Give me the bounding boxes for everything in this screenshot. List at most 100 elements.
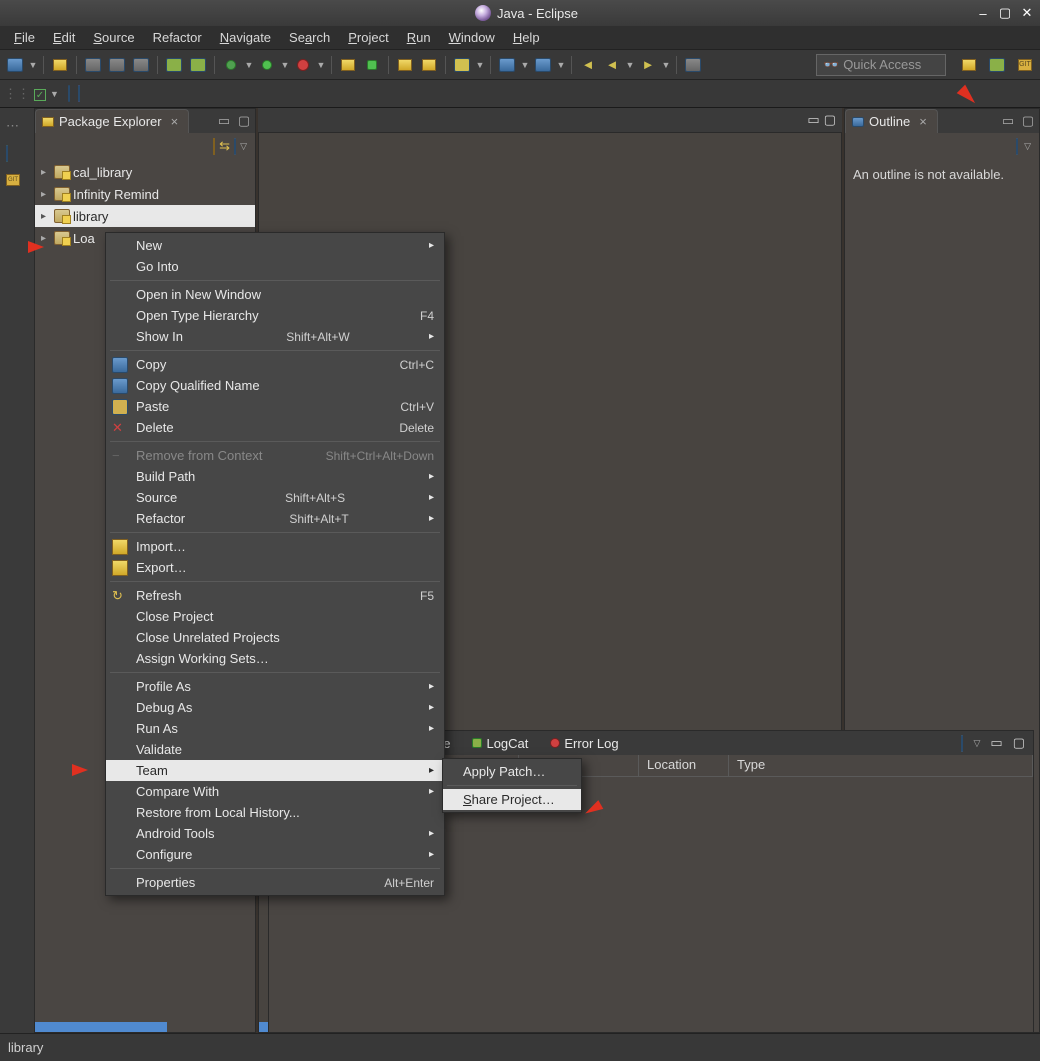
outline-tab[interactable]: Outline ×: [845, 109, 938, 133]
new-button[interactable]: [49, 54, 71, 76]
dropdown-icon[interactable]: ▼: [280, 54, 290, 76]
menu-project[interactable]: Project: [340, 28, 396, 47]
tree-item-cal-library[interactable]: ▸ cal_library: [35, 161, 255, 183]
toolbar-item[interactable]: [78, 86, 80, 101]
menu-edit[interactable]: Edit: [45, 28, 83, 47]
ctx-assign-ws[interactable]: Assign Working Sets…: [106, 648, 444, 669]
ctx-restore-history[interactable]: Restore from Local History...: [106, 802, 444, 823]
ctx-open-type-hierarchy[interactable]: Open Type HierarchyF4: [106, 305, 444, 326]
dropdown-icon[interactable]: ▼: [244, 54, 254, 76]
menu-window[interactable]: Window: [441, 28, 503, 47]
ctx-export[interactable]: Export…: [106, 557, 444, 578]
ctx-android-tools[interactable]: Android Tools▸: [106, 823, 444, 844]
handle-icon[interactable]: ⋮⋮: [4, 86, 30, 102]
dropdown-icon[interactable]: ▼: [50, 89, 60, 99]
java-perspective-button[interactable]: [986, 54, 1008, 76]
open-type-button[interactable]: [394, 54, 416, 76]
tab-error-log[interactable]: Error Log: [544, 734, 624, 753]
ctx-copy[interactable]: CopyCtrl+C: [106, 354, 444, 375]
ctx-properties[interactable]: PropertiesAlt+Enter: [106, 872, 444, 893]
save-button[interactable]: [82, 54, 104, 76]
panel-toolbar-item[interactable]: [961, 736, 963, 751]
expand-icon[interactable]: ▸: [41, 167, 51, 178]
tree-item-infinity-remind[interactable]: ▸ Infinity Remind: [35, 183, 255, 205]
link-editor-icon[interactable]: ⇆: [219, 138, 230, 154]
pin-editor-button[interactable]: [682, 54, 704, 76]
maximize-view-icon[interactable]: ▢: [1013, 735, 1025, 751]
ctx-open-new-window[interactable]: Open in New Window: [106, 284, 444, 305]
ctx-run-as[interactable]: Run As▸: [106, 718, 444, 739]
minimize-editor-icon[interactable]: ▭: [807, 112, 819, 128]
ctx-team[interactable]: Team▸: [106, 760, 444, 781]
back-history-button[interactable]: ◄: [601, 54, 623, 76]
ctx-new[interactable]: New▸: [106, 235, 444, 256]
dropdown-icon[interactable]: ▼: [475, 54, 485, 76]
ctx-close-unrelated[interactable]: Close Unrelated Projects: [106, 627, 444, 648]
dropdown-icon[interactable]: ▼: [625, 54, 635, 76]
maximize-button[interactable]: ▢: [996, 4, 1014, 22]
minimize-view-icon[interactable]: ▭: [990, 735, 1002, 751]
coverage-button[interactable]: [292, 54, 314, 76]
close-button[interactable]: ✕: [1018, 4, 1036, 22]
expand-icon[interactable]: ▸: [41, 189, 51, 200]
ctx-go-into[interactable]: Go Into: [106, 256, 444, 277]
view-menu-icon[interactable]: ▽: [240, 141, 247, 152]
ctx-build-path[interactable]: Build Path▸: [106, 466, 444, 487]
back-button[interactable]: ◄: [577, 54, 599, 76]
tree-item-library[interactable]: ▸ library: [35, 205, 255, 227]
dropdown-icon[interactable]: ▼: [556, 54, 566, 76]
close-tab-icon[interactable]: ×: [919, 114, 927, 129]
toolbar-dropdown-icon[interactable]: ▼: [28, 54, 38, 76]
minimize-button[interactable]: –: [974, 4, 992, 22]
debug-button[interactable]: [220, 54, 242, 76]
menu-run[interactable]: Run: [399, 28, 439, 47]
ctx-delete[interactable]: ✕DeleteDelete: [106, 417, 444, 438]
save-all-button[interactable]: [106, 54, 128, 76]
tab-logcat[interactable]: LogCat: [466, 734, 534, 753]
ctx-configure[interactable]: Configure▸: [106, 844, 444, 865]
focus-icon[interactable]: [234, 139, 236, 154]
open-task-button[interactable]: [418, 54, 440, 76]
dropdown-icon[interactable]: ▼: [316, 54, 326, 76]
ctx-copy-qualified[interactable]: Copy Qualified Name: [106, 375, 444, 396]
trim-item[interactable]: [6, 146, 28, 168]
maximize-view-icon[interactable]: ▢: [1019, 112, 1037, 130]
package-explorer-tab[interactable]: Package Explorer ×: [35, 109, 189, 133]
menu-search[interactable]: Search: [281, 28, 338, 47]
print-button[interactable]: [130, 54, 152, 76]
forward-button[interactable]: ►: [637, 54, 659, 76]
new-wizard-button[interactable]: [4, 54, 26, 76]
git-trim-item[interactable]: GIT: [6, 174, 28, 196]
ctx-paste[interactable]: PasteCtrl+V: [106, 396, 444, 417]
ctx-compare-with[interactable]: Compare With▸: [106, 781, 444, 802]
col-location[interactable]: Location: [639, 755, 729, 776]
menu-refactor[interactable]: Refactor: [145, 28, 210, 47]
open-perspective-button[interactable]: [958, 54, 980, 76]
dropdown-icon[interactable]: ▼: [661, 54, 671, 76]
maximize-editor-icon[interactable]: ▢: [824, 112, 836, 128]
toolbar-item[interactable]: [68, 86, 70, 101]
ctx-profile-as[interactable]: Profile As▸: [106, 676, 444, 697]
col-type[interactable]: Type: [729, 755, 1033, 776]
ctx-show-in[interactable]: Show InShift+Alt+W▸: [106, 326, 444, 347]
checkbox-icon[interactable]: ✓: [34, 86, 46, 102]
ctx-close-project[interactable]: Close Project: [106, 606, 444, 627]
outline-toolbar-item[interactable]: [1016, 139, 1018, 154]
close-tab-icon[interactable]: ×: [171, 114, 179, 129]
annotate-button[interactable]: [496, 54, 518, 76]
view-menu-icon[interactable]: ▽: [973, 738, 980, 749]
menu-source[interactable]: Source: [85, 28, 142, 47]
maximize-view-icon[interactable]: ▢: [235, 112, 253, 130]
new-class-button[interactable]: [361, 54, 383, 76]
ctx-validate[interactable]: Validate: [106, 739, 444, 760]
search-button[interactable]: [451, 54, 473, 76]
collapse-all-icon[interactable]: [213, 139, 215, 154]
new-package-button[interactable]: [337, 54, 359, 76]
scrollbar[interactable]: [35, 1022, 167, 1032]
expand-icon[interactable]: ▸: [41, 211, 51, 222]
menu-navigate[interactable]: Navigate: [212, 28, 279, 47]
run-button[interactable]: [256, 54, 278, 76]
ctx-source[interactable]: SourceShift+Alt+S▸: [106, 487, 444, 508]
submenu-apply-patch[interactable]: Apply Patch…: [443, 761, 581, 782]
restore-icon[interactable]: ⋯: [6, 118, 28, 140]
